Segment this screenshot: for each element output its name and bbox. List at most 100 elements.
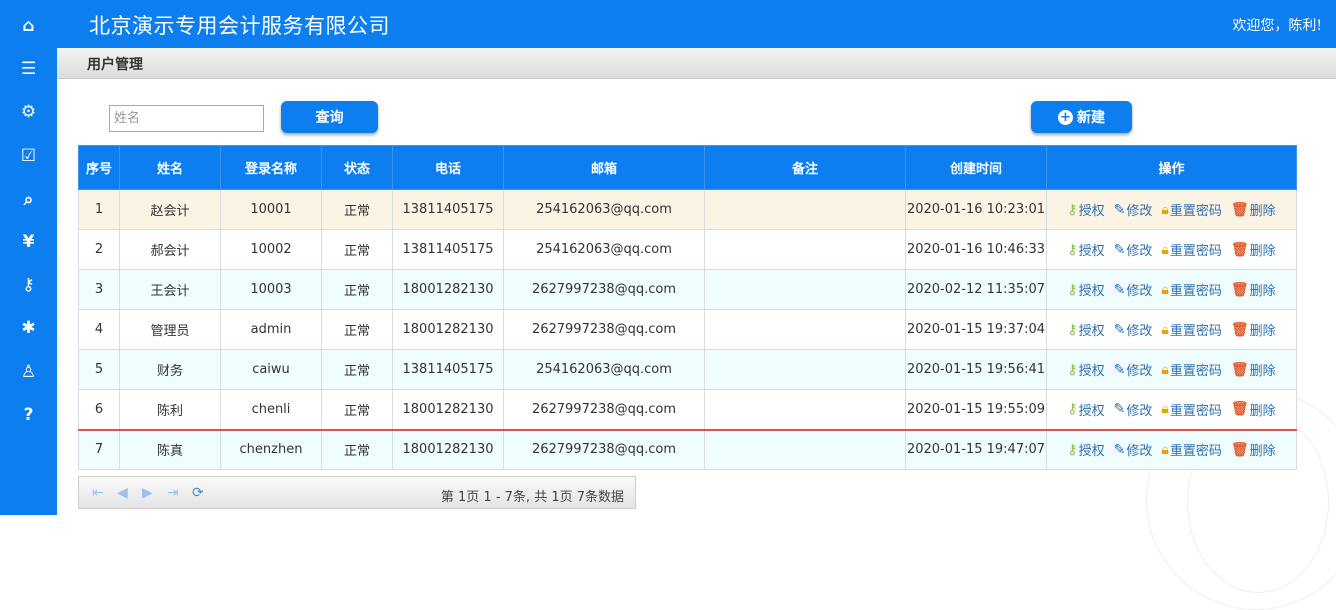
col-header[interactable]: 登录名称 bbox=[220, 145, 322, 190]
name-search-input[interactable] bbox=[109, 105, 264, 132]
cell-status: 正常 bbox=[321, 229, 393, 270]
delete-label: 删除 bbox=[1249, 284, 1276, 299]
cell-login: 10003 bbox=[220, 269, 322, 310]
delete-link[interactable]: 🗑︎ 删除 bbox=[1231, 200, 1276, 220]
key-icon[interactable]: ⚷ bbox=[0, 270, 57, 300]
cell-index: 2 bbox=[78, 229, 120, 270]
edit-link[interactable]: ✎ 修改 bbox=[1114, 440, 1153, 460]
reset-password-link[interactable]: 🔒︎ 重置密码 bbox=[1161, 440, 1221, 460]
delete-link[interactable]: 🗑︎ 删除 bbox=[1231, 320, 1276, 340]
reset-password-label: 重置密码 bbox=[1169, 324, 1222, 339]
cell-login: chenzhen bbox=[220, 428, 322, 470]
breadcrumb-bar: 用户管理 bbox=[57, 48, 1336, 79]
reset-password-link[interactable]: 🔒︎ 重置密码 bbox=[1161, 280, 1221, 300]
grant-label: 授权 bbox=[1078, 204, 1105, 219]
edit-link[interactable]: ✎ 修改 bbox=[1114, 200, 1153, 220]
table-row[interactable]: 1 赵会计 10001 正常 13811405175 254162063@qq.com 20… bbox=[78, 189, 1297, 230]
edit-link[interactable]: ✎ 修改 bbox=[1114, 360, 1153, 380]
refresh-icon[interactable]: ⟳ bbox=[192, 485, 204, 501]
delete-link[interactable]: 🗑︎ 删除 bbox=[1231, 280, 1276, 300]
new-button[interactable]: + 新建 bbox=[1031, 101, 1132, 133]
home-icon[interactable]: ⌂ bbox=[0, 11, 57, 41]
cell-phone: 18001282130 bbox=[392, 309, 504, 350]
grant-link[interactable]: ⚷ 授权 bbox=[1067, 320, 1104, 340]
col-header[interactable]: 电话 bbox=[392, 145, 504, 190]
reset-password-link[interactable]: 🔒︎ 重置密码 bbox=[1161, 360, 1222, 380]
edit-label: 修改 bbox=[1126, 204, 1153, 219]
next-page-icon[interactable]: ▶ bbox=[142, 485, 153, 501]
grant-link[interactable]: ⚷ 授权 bbox=[1067, 240, 1104, 260]
table-row[interactable]: 7 陈真 chenzhen 正常 18001282130 2627997238@qq.co… bbox=[78, 428, 1297, 470]
cell-created: 2020-01-15 19:47:07 bbox=[905, 428, 1047, 470]
table-row[interactable]: 6 陈利 chenli 正常 18001282130 2627997238@qq.com 2… bbox=[78, 389, 1297, 430]
reset-password-link[interactable]: 🔒︎ 重置密码 bbox=[1161, 240, 1221, 260]
reset-password-link[interactable]: 🔒︎ 重置密码 bbox=[1161, 200, 1221, 220]
col-header[interactable]: 状态 bbox=[321, 145, 393, 190]
cell-email: 2627997238@qq.com bbox=[503, 389, 705, 430]
gears-icon[interactable]: ⚙ bbox=[0, 97, 57, 127]
cell-index: 1 bbox=[78, 189, 120, 230]
delete-link[interactable]: 🗑︎ 删除 bbox=[1231, 400, 1276, 419]
edit-link[interactable]: ✎ 修改 bbox=[1114, 240, 1153, 260]
cell-index: 4 bbox=[78, 309, 120, 350]
cell-email: 2627997238@qq.com bbox=[503, 269, 705, 310]
pager: ⇤ ◀ ▶ ⇥ ⟳ 第 1页 1 - 7条, 共 1页 7条数据 bbox=[78, 476, 636, 509]
reset-password-label: 重置密码 bbox=[1169, 364, 1222, 379]
grant-link[interactable]: ⚷ 授权 bbox=[1067, 280, 1104, 300]
cell-index: 7 bbox=[78, 428, 120, 470]
key-icon: ⚷ bbox=[1067, 241, 1078, 258]
delete-link[interactable]: 🗑︎ 删除 bbox=[1231, 240, 1276, 260]
col-header[interactable]: 邮箱 bbox=[503, 145, 705, 190]
welcome-text: 欢迎您，陈利! bbox=[1232, 18, 1322, 34]
edit-link[interactable]: ✎ 修改 bbox=[1113, 280, 1153, 300]
top-bar: 北京演示专用会计服务有限公司 欢迎您，陈利! bbox=[57, 0, 1336, 48]
user-icon[interactable]: ♙ bbox=[0, 357, 57, 387]
cell-created: 2020-01-15 19:56:41 bbox=[905, 349, 1047, 390]
cell-status: 正常 bbox=[321, 389, 393, 430]
cell-index: 3 bbox=[78, 269, 120, 310]
cell-login: caiwu bbox=[220, 349, 322, 390]
grant-link[interactable]: ⚷ 授权 bbox=[1067, 400, 1104, 419]
pager-info: 第 1页 1 - 7条, 共 1页 7条数据 bbox=[440, 490, 624, 505]
check-square-icon[interactable]: ☑ bbox=[0, 141, 57, 171]
query-button-label: 查询 bbox=[315, 110, 344, 126]
prev-page-icon[interactable]: ◀ bbox=[117, 485, 128, 501]
cell-phone: 18001282130 bbox=[392, 428, 504, 470]
last-page-icon[interactable]: ⇥ bbox=[167, 485, 179, 501]
col-header[interactable]: 创建时间 bbox=[905, 145, 1047, 190]
cell-email: 254162063@qq.com bbox=[503, 349, 705, 390]
grant-link[interactable]: ⚷ 授权 bbox=[1067, 200, 1105, 220]
col-header[interactable]: 备注 bbox=[704, 145, 906, 190]
reset-password-link[interactable]: 🔒︎ 重置密码 bbox=[1161, 320, 1222, 340]
table-row[interactable]: 5 财务 caiwu 正常 13811405175 254162063@qq.com 202… bbox=[78, 349, 1297, 390]
cell-name: 郝会计 bbox=[119, 229, 221, 270]
search-icon[interactable]: ⌕ bbox=[0, 185, 57, 215]
reset-password-link[interactable]: 🔒︎ 重置密码 bbox=[1161, 400, 1221, 419]
query-button[interactable]: 查询 bbox=[281, 101, 378, 133]
table-row[interactable]: 2 郝会计 10002 正常 13811405175 254162063@qq.com 20… bbox=[78, 229, 1297, 270]
cell-note bbox=[704, 189, 906, 230]
delete-link[interactable]: 🗑︎ 删除 bbox=[1231, 440, 1276, 460]
list-icon[interactable]: ☰ bbox=[0, 54, 57, 84]
lock-icon: 🔒︎ bbox=[1161, 201, 1169, 218]
grant-link[interactable]: ⚷ 授权 bbox=[1067, 440, 1104, 460]
cell-created: 2020-01-15 19:37:04 bbox=[905, 309, 1047, 350]
edit-icon: ✎ bbox=[1113, 281, 1126, 298]
table-row[interactable]: 4 管理员 admin 正常 18001282130 2627997238@qq.com 2… bbox=[78, 309, 1297, 350]
delete-label: 删除 bbox=[1249, 244, 1276, 259]
cell-note bbox=[704, 229, 906, 270]
gear-icon[interactable]: ✱ bbox=[0, 313, 57, 343]
edit-link[interactable]: ✎ 修改 bbox=[1114, 320, 1153, 340]
table-row[interactable]: 3 王会计 10003 正常 18001282130 2627997238@qq.com 2… bbox=[78, 269, 1297, 310]
first-page-icon[interactable]: ⇤ bbox=[92, 485, 104, 501]
edit-link[interactable]: ✎ 修改 bbox=[1114, 400, 1153, 419]
col-header[interactable]: 姓名 bbox=[119, 145, 221, 190]
yen-icon[interactable]: ¥ bbox=[0, 227, 57, 257]
sidebar: ⌂ ☰ ⚙ ☑ ⌕ ¥ ⚷ ✱ ♙ ? bbox=[0, 0, 57, 515]
grant-link[interactable]: ⚷ 授权 bbox=[1067, 360, 1104, 380]
col-header[interactable]: 序号 bbox=[78, 145, 120, 190]
delete-link[interactable]: 🗑︎ 删除 bbox=[1231, 360, 1276, 380]
question-icon[interactable]: ? bbox=[0, 400, 57, 430]
cell-created: 2020-02-12 11:35:07 bbox=[905, 269, 1047, 310]
cell-email: 254162063@qq.com bbox=[503, 189, 705, 230]
